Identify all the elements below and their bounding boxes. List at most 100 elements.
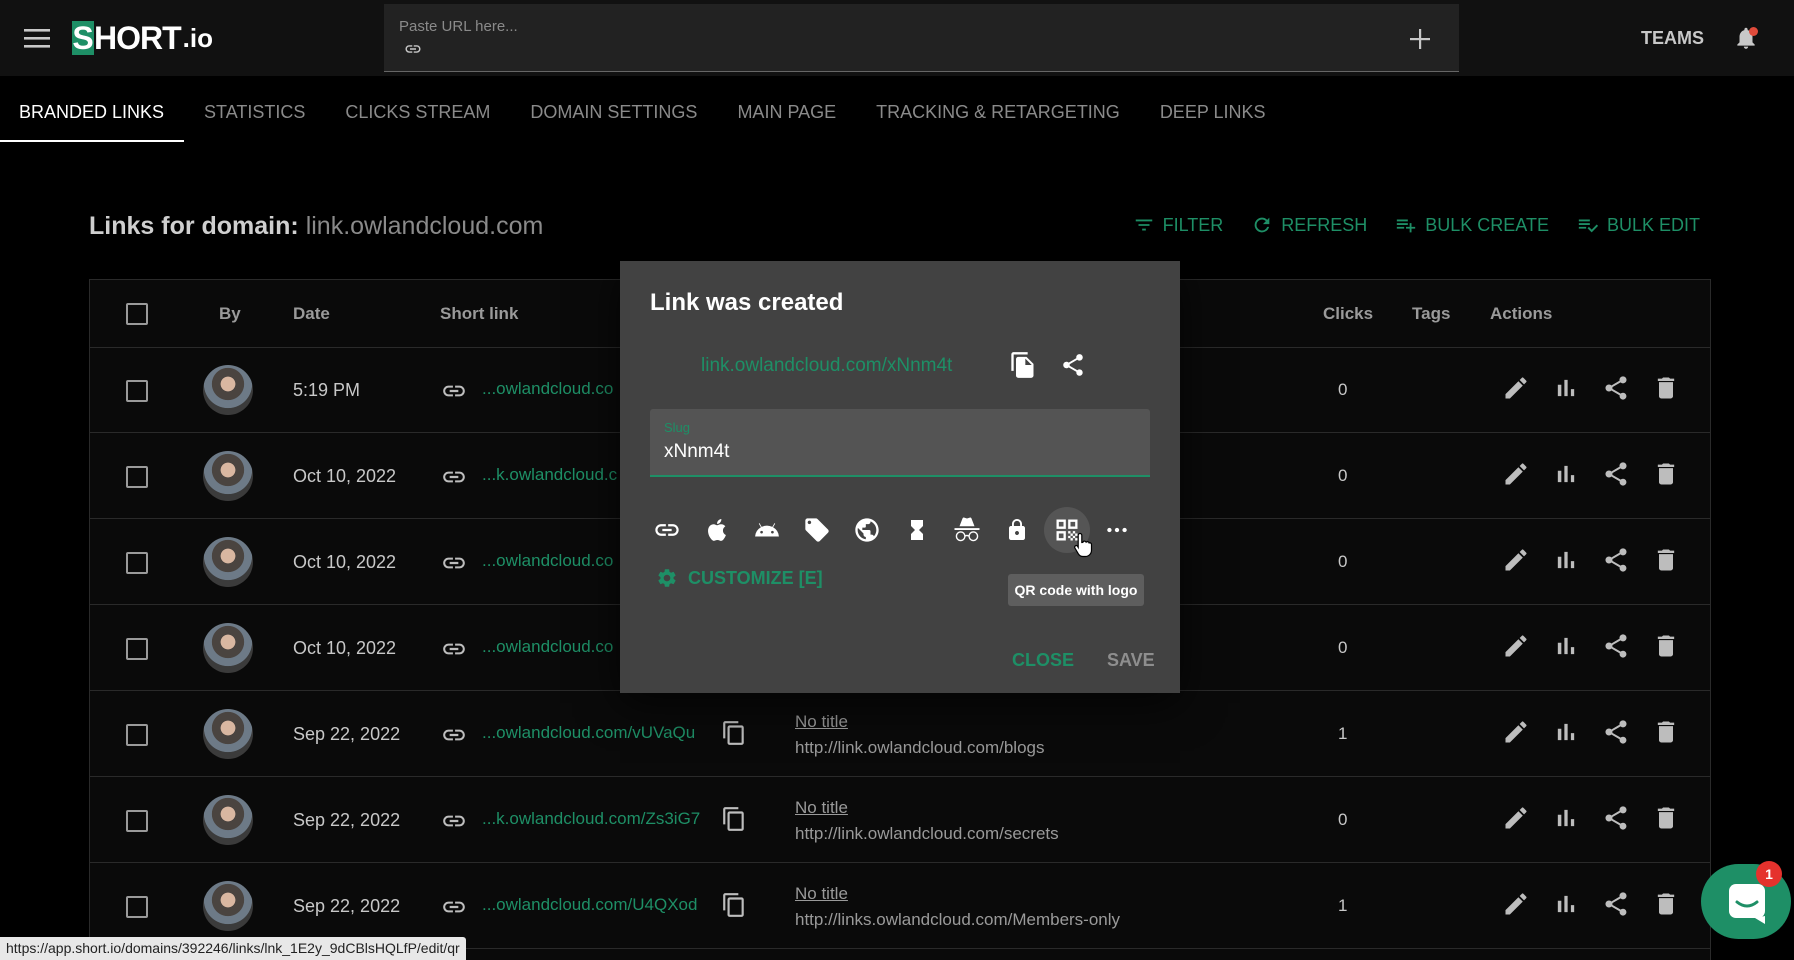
refresh-button[interactable]: REFRESH <box>1251 214 1367 236</box>
table-row[interactable]: Sep 22, 2022 ...owlandcloud.com/vUVaQu No … <box>90 692 1710 777</box>
share-icon[interactable] <box>1602 374 1630 402</box>
select-all-checkbox[interactable] <box>126 303 148 325</box>
edit-icon[interactable] <box>1502 718 1530 746</box>
slug-field[interactable]: Slug <box>650 409 1150 477</box>
bulk-edit-button[interactable]: BULK EDIT <box>1577 214 1700 236</box>
row-date: Sep 22, 2022 <box>293 724 401 744</box>
bar-chart-icon[interactable] <box>1552 374 1580 402</box>
row-date: Oct 10, 2022 <box>293 552 397 572</box>
tab-branded-links[interactable]: BRANDED LINKS <box>0 82 185 142</box>
copy-icon[interactable] <box>721 718 747 748</box>
short-link[interactable]: ...owlandcloud.co <box>482 551 613 571</box>
share-icon[interactable] <box>1602 804 1630 832</box>
share-icon[interactable] <box>1602 718 1630 746</box>
delete-icon[interactable] <box>1652 718 1680 746</box>
lock-icon[interactable] <box>1000 513 1034 547</box>
delete-icon[interactable] <box>1652 460 1680 488</box>
link-title[interactable]: No title <box>795 884 848 904</box>
delete-icon[interactable] <box>1652 890 1680 918</box>
bar-chart-icon[interactable] <box>1552 546 1580 574</box>
tab-clicks-stream[interactable]: CLICKS STREAM <box>325 82 510 142</box>
spy-icon[interactable] <box>950 513 984 547</box>
bar-chart-icon[interactable] <box>1552 632 1580 660</box>
edit-icon[interactable] <box>1502 546 1530 574</box>
column-short-link: Short link <box>440 304 519 323</box>
page-title: Links for domain: link.owlandcloud.com <box>89 212 543 241</box>
globe-icon[interactable] <box>850 513 884 547</box>
menu-icon[interactable] <box>24 26 52 50</box>
slug-input[interactable] <box>664 441 1134 463</box>
row-checkbox[interactable] <box>126 380 148 402</box>
edit-icon[interactable] <box>1502 804 1530 832</box>
edit-icon[interactable] <box>1502 374 1530 402</box>
bar-chart-icon[interactable] <box>1552 460 1580 488</box>
save-button[interactable]: SAVE <box>1107 650 1155 671</box>
hourglass-icon[interactable] <box>900 513 934 547</box>
link-icon <box>441 808 467 834</box>
created-link[interactable]: link.owlandcloud.com/xNnm4t <box>701 355 952 377</box>
delete-icon[interactable] <box>1652 804 1680 832</box>
bar-chart-icon[interactable] <box>1552 718 1580 746</box>
qr-tooltip: QR code with logo <box>1008 574 1144 606</box>
add-link-button[interactable] <box>1409 28 1431 50</box>
row-actions <box>1502 804 1680 832</box>
url-input-placeholder[interactable]: Paste URL here... <box>399 18 518 35</box>
bar-chart-icon[interactable] <box>1552 804 1580 832</box>
teams-button[interactable]: TEAMS <box>1641 28 1704 49</box>
avatar <box>203 881 253 931</box>
tab-statistics[interactable]: STATISTICS <box>184 82 325 142</box>
short-link[interactable]: ...k.owlandcloud.com/Zs3iG7 <box>482 809 700 829</box>
tab-deep-links[interactable]: DEEP LINKS <box>1140 82 1286 142</box>
share-icon[interactable] <box>1060 351 1086 379</box>
tag-icon[interactable] <box>800 513 834 547</box>
short-link[interactable]: ...owlandcloud.co <box>482 637 613 657</box>
edit-icon[interactable] <box>1502 890 1530 918</box>
tab-tracking-retargeting[interactable]: TRACKING & RETARGETING <box>856 82 1140 142</box>
avatar <box>203 709 253 759</box>
copy-icon[interactable] <box>721 890 747 920</box>
share-icon[interactable] <box>1602 632 1630 660</box>
row-checkbox[interactable] <box>126 810 148 832</box>
bulk-create-button[interactable]: BULK CREATE <box>1395 214 1549 236</box>
delete-icon[interactable] <box>1652 374 1680 402</box>
delete-icon[interactable] <box>1652 546 1680 574</box>
edit-icon[interactable] <box>1502 460 1530 488</box>
android-icon[interactable] <box>750 513 784 547</box>
row-checkbox[interactable] <box>126 466 148 488</box>
row-date: 5:19 PM <box>293 380 361 400</box>
edit-icon[interactable] <box>1502 632 1530 660</box>
logo[interactable]: S HORT .io <box>72 18 213 58</box>
delete-icon[interactable] <box>1652 632 1680 660</box>
short-link[interactable]: ...k.owlandcloud.c <box>482 465 617 485</box>
url-input-box[interactable]: Paste URL here... <box>384 4 1459 72</box>
copy-icon[interactable] <box>721 804 747 834</box>
link-title[interactable]: No title <box>795 798 848 818</box>
short-link[interactable]: ...owlandcloud.com/U4QXod <box>482 895 697 915</box>
link-title[interactable]: No title <box>795 712 848 732</box>
customize-label: CUSTOMIZE [E] <box>688 567 823 588</box>
row-checkbox[interactable] <box>126 724 148 746</box>
link-icon[interactable] <box>650 513 684 547</box>
bar-chart-icon[interactable] <box>1552 890 1580 918</box>
copy-icon[interactable] <box>1009 350 1037 380</box>
share-icon[interactable] <box>1602 460 1630 488</box>
share-icon[interactable] <box>1602 890 1630 918</box>
table-row[interactable]: Sep 22, 2022 ...k.owlandcloud.com/Zs3iG7 N… <box>90 778 1710 863</box>
short-link[interactable]: ...owlandcloud.com/vUVaQu <box>482 723 695 743</box>
share-icon[interactable] <box>1602 546 1630 574</box>
row-checkbox[interactable] <box>126 638 148 660</box>
more-icon[interactable] <box>1100 513 1134 547</box>
filter-button[interactable]: FILTER <box>1133 214 1223 236</box>
page-title-prefix: Links for domain: <box>89 212 306 240</box>
tab-domain-settings[interactable]: DOMAIN SETTINGS <box>510 82 717 142</box>
row-checkbox[interactable] <box>126 896 148 918</box>
tab-main-page[interactable]: MAIN PAGE <box>717 82 856 142</box>
apple-icon[interactable] <box>700 513 734 547</box>
short-link[interactable]: ...owlandcloud.co <box>482 379 613 399</box>
row-actions <box>1502 890 1680 918</box>
bulk-edit-label: BULK EDIT <box>1606 214 1700 235</box>
row-actions <box>1502 546 1680 574</box>
close-button[interactable]: CLOSE <box>1012 650 1074 671</box>
customize-button[interactable]: CUSTOMIZE [E] <box>656 567 823 589</box>
row-checkbox[interactable] <box>126 552 148 574</box>
